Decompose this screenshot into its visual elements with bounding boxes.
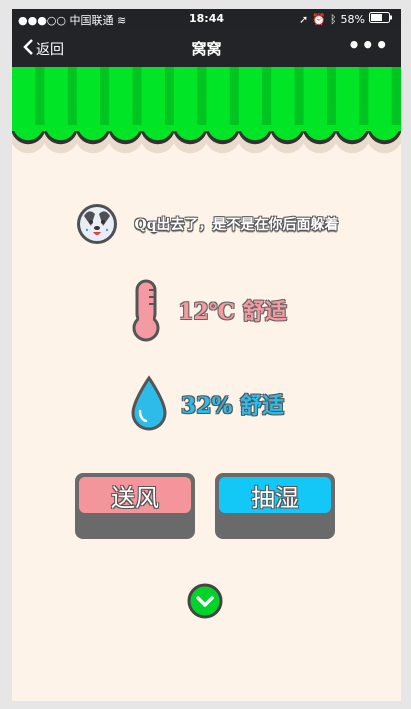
dehumidify-button-label: 抽湿: [219, 477, 331, 513]
fan-button[interactable]: 送风: [75, 473, 195, 539]
battery-percent: 58%: [340, 12, 365, 26]
fan-button-label: 送风: [79, 477, 191, 513]
location-icon: ➚: [299, 12, 309, 26]
water-drop-icon: [131, 375, 167, 431]
nav-bar: 返回 窝窝 •••: [12, 29, 401, 67]
status-bar: ●●●○○ 中国联通 ≋ 18:44 ➚ ⏰ ᛒ 58%: [12, 9, 401, 29]
awning-decoration: [12, 67, 401, 169]
phone-screen: ●●●○○ 中国联通 ≋ 18:44 ➚ ⏰ ᛒ 58% 返回 窝窝 ••• Q…: [12, 9, 401, 701]
battery-icon: [369, 12, 393, 26]
humidity-status: 舒适: [240, 393, 285, 419]
alarm-icon: ⏰: [312, 12, 326, 26]
message-row: Qq出去了，是不是在你后面躲着: [12, 199, 401, 249]
status-right: ➚ ⏰ ᛒ 58%: [299, 12, 393, 26]
thermometer-icon: [132, 279, 160, 342]
temperature-row: 12℃ 舒适: [12, 277, 401, 343]
page-title: 窝窝: [191, 40, 222, 58]
humidity-reading: 32% 舒适: [181, 388, 284, 420]
more-button[interactable]: •••: [348, 33, 389, 57]
bluetooth-icon: ᛒ: [329, 12, 337, 26]
humidity-row: 32% 舒适: [12, 371, 401, 437]
temperature-reading: 12℃ 舒适: [178, 294, 287, 326]
humidity-value: 32%: [180, 393, 233, 419]
status-message: Qq出去了，是不是在你后面躲着: [134, 217, 339, 233]
temperature-value: 12℃: [178, 299, 236, 325]
more-icon: •••: [347, 33, 389, 57]
temperature-status: 舒适: [242, 299, 287, 325]
chevron-down-icon[interactable]: [187, 583, 223, 619]
dehumidify-button[interactable]: 抽湿: [215, 473, 335, 539]
dog-avatar-icon: [76, 204, 117, 244]
